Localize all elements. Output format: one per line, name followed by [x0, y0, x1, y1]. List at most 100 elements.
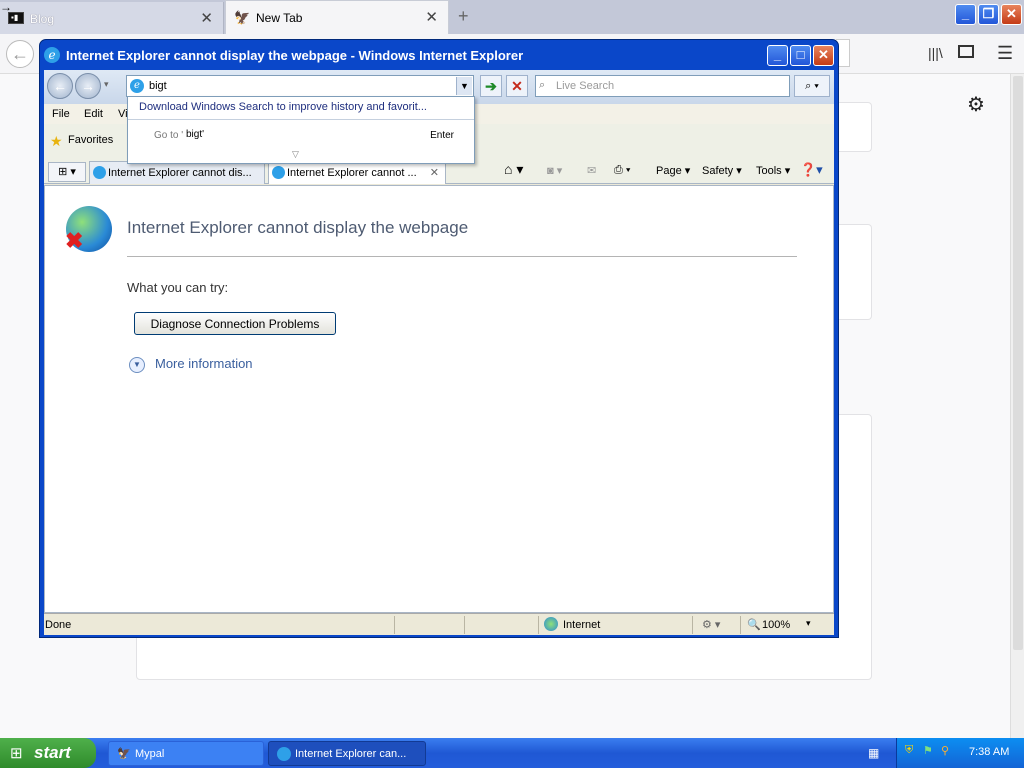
mypal-favicon-icon: 🦅	[234, 10, 251, 25]
scrollbar-thumb[interactable]	[1013, 76, 1023, 650]
taskbar-button-label: Mypal	[135, 748, 165, 760]
search-arrow-button[interactable]: →	[0, 0, 12, 14]
divider	[128, 119, 474, 120]
home-icon[interactable]: ⌂ ▾	[504, 161, 523, 178]
forward-button[interactable]: →	[75, 73, 101, 99]
close-tab-icon[interactable]: ✕	[430, 162, 439, 184]
recent-pages-icon[interactable]: ▾	[104, 79, 109, 90]
zone-label: Internet	[563, 619, 601, 631]
close-tab-icon[interactable]: ✕	[425, 8, 438, 26]
quick-tabs-button[interactable]: ⊞ ▾	[48, 162, 86, 182]
feeds-icon[interactable]: ◙ ▾	[547, 164, 562, 177]
favorites-button[interactable]: Favorites	[68, 134, 113, 146]
zoom-dropdown-icon[interactable]: ▾	[806, 618, 811, 629]
search-box[interactable]: ⌕ Live Search	[535, 75, 790, 97]
gear-icon[interactable]: ⚙	[967, 92, 985, 117]
status-separator	[692, 616, 693, 634]
ie-tab-active[interactable]: Internet Explorer cannot ... ✕	[268, 161, 446, 184]
tab-label: New Tab	[256, 11, 303, 25]
status-separator	[394, 616, 395, 634]
tab-label: Blog	[30, 12, 55, 26]
error-heading: Internet Explorer cannot display the web…	[127, 218, 469, 237]
mail-icon[interactable]: ✉	[587, 164, 596, 177]
tab-new-tab[interactable]: 🦅 New Tab ✕	[225, 0, 449, 34]
goto-value[interactable]: bigt'	[186, 129, 204, 140]
ie-page-icon	[93, 166, 106, 179]
safety-menu-button[interactable]: Safety ▾	[702, 164, 742, 177]
taskbar-button-label: Internet Explorer can...	[295, 748, 407, 760]
tab-blog[interactable]: ▪▮ Blog ✕	[0, 2, 224, 34]
stop-button[interactable]: ✕	[506, 75, 528, 97]
enter-hint: Enter	[430, 130, 454, 141]
page-menu-button[interactable]: Page ▾	[656, 164, 690, 177]
try-label: What you can try:	[127, 280, 229, 295]
system-tray: ⛨ ⚑ ⚲ 7:38 AM	[896, 738, 1024, 768]
search-icon: ⌕	[539, 79, 546, 91]
expand-more-icon[interactable]: ▽	[292, 149, 299, 160]
window-title: Internet Explorer cannot display the web…	[66, 48, 524, 63]
maximize-button[interactable]: □	[790, 45, 811, 66]
restore-button[interactable]: ❐	[978, 4, 999, 25]
browser-window-controls: _ ❐ ✕	[955, 4, 1022, 25]
network-icon[interactable]: ⚑	[923, 744, 933, 757]
search-button[interactable]: ⌕ ▾	[794, 75, 830, 97]
goto-label[interactable]: Go to '	[154, 130, 183, 141]
close-tab-icon[interactable]: ✕	[200, 9, 213, 27]
error-x-icon: ✖	[65, 228, 84, 253]
back-button[interactable]: ←	[47, 73, 73, 99]
status-text: Done	[45, 619, 72, 631]
ie-tab-label: Internet Explorer cannot dis...	[108, 167, 252, 179]
more-information-link[interactable]: More information	[155, 356, 253, 371]
status-separator	[740, 616, 741, 634]
top-sites-card-edge	[836, 224, 872, 320]
close-button[interactable]: ✕	[813, 45, 834, 66]
close-button[interactable]: ✕	[1001, 4, 1022, 25]
address-dropdown-icon[interactable]: ▼	[456, 77, 472, 95]
search-icon[interactable]: ⚲	[941, 744, 949, 757]
sidebar-toggle-icon[interactable]	[958, 45, 974, 58]
address-autocomplete-dropdown: Download Windows Search to improve histo…	[127, 96, 475, 164]
status-separator	[464, 616, 465, 634]
ie-page-icon	[272, 166, 285, 179]
chevron-down-icon[interactable]: ▼	[129, 357, 145, 373]
windows-logo-icon: ⊞	[10, 745, 23, 762]
internet-zone-icon	[544, 617, 558, 631]
keyboard-icon[interactable]: ▦	[868, 746, 879, 760]
zoom-icon[interactable]: 🔍	[747, 618, 761, 631]
diagnose-connection-button[interactable]: Diagnose Connection Problems	[134, 312, 336, 335]
address-bar[interactable]: e bigt ▼	[126, 75, 474, 97]
tools-menu-button[interactable]: Tools ▾	[756, 164, 790, 177]
menu-edit[interactable]: Edit	[84, 108, 103, 120]
search-placeholder[interactable]: Live Search	[556, 80, 614, 92]
security-shield-icon[interactable]: ⛨	[905, 744, 913, 757]
library-icon[interactable]: |||\	[928, 45, 943, 61]
clock: 7:38 AM	[969, 746, 1010, 758]
taskbar-button-mypal[interactable]: 🦅 Mypal	[108, 741, 264, 766]
ie-tab-label: Internet Explorer cannot ...	[287, 167, 417, 179]
go-button[interactable]: ➔	[480, 75, 502, 97]
status-separator	[538, 616, 539, 634]
status-bar: Done Internet ⚙ ▾ 🔍 100% ▾	[44, 613, 834, 635]
new-tab-button[interactable]: +	[458, 6, 469, 27]
back-button[interactable]: ←	[6, 40, 34, 68]
ie-logo-icon	[277, 747, 291, 761]
minimize-button[interactable]: _	[767, 45, 788, 66]
star-icon: ★	[50, 133, 63, 149]
print-icon[interactable]: ⎙ ▾	[614, 164, 630, 177]
hamburger-menu-icon[interactable]: ☰	[997, 43, 1013, 64]
scrollbar[interactable]	[1010, 74, 1024, 738]
protected-mode-icon[interactable]: ⚙ ▾	[702, 618, 720, 631]
menu-file[interactable]: File	[52, 108, 70, 120]
ie-page-icon: e	[130, 79, 144, 93]
taskbar-button-ie[interactable]: Internet Explorer can...	[268, 741, 426, 766]
help-icon[interactable]: ❓▾	[800, 162, 823, 178]
minimize-button[interactable]: _	[955, 4, 976, 25]
ie-page-content: ✖ Internet Explorer cannot display the w…	[44, 185, 834, 613]
ie-tab[interactable]: Internet Explorer cannot dis...	[89, 161, 265, 184]
windows-search-suggestion[interactable]: Download Windows Search to improve histo…	[139, 101, 427, 113]
ie-window-controls: _ □ ✕	[767, 45, 834, 66]
address-input[interactable]: bigt	[149, 80, 167, 92]
divider	[127, 256, 797, 257]
zoom-level[interactable]: 100%	[762, 619, 790, 631]
mypal-favicon-icon: 🦅	[117, 748, 131, 760]
